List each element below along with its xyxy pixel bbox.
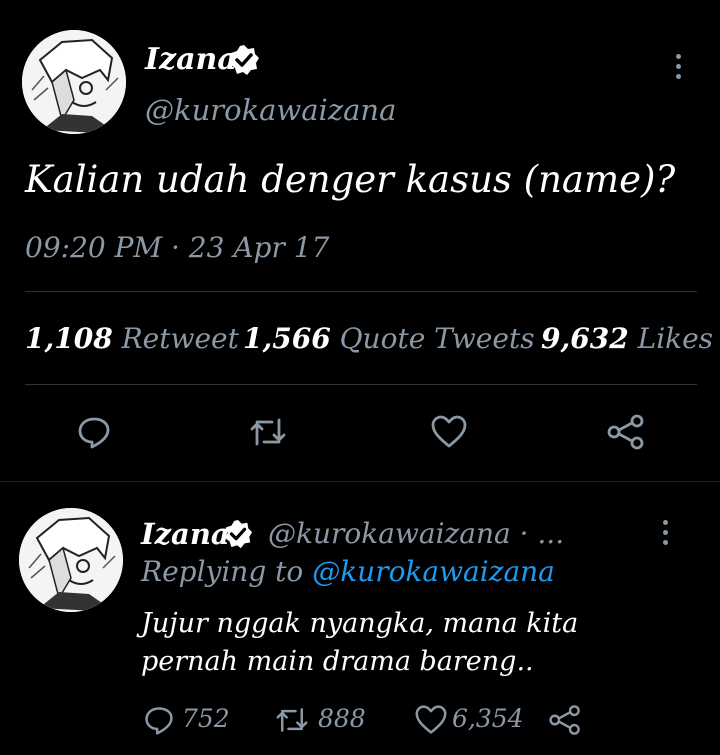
retweet-count: 888 bbox=[318, 704, 366, 733]
likes-count: 9,632 bbox=[541, 322, 629, 355]
likes-stat[interactable]: 9,632 Likes bbox=[541, 322, 713, 355]
retweet-icon[interactable] bbox=[274, 704, 310, 736]
divider-bottom bbox=[25, 384, 697, 385]
author-handle[interactable]: @kurokawaizana bbox=[145, 93, 396, 127]
verified-badge-icon bbox=[223, 519, 253, 549]
like-icon[interactable] bbox=[414, 704, 448, 736]
replying-handle-link[interactable]: @kurokawaizana bbox=[312, 555, 555, 588]
retweets-label: Retweet bbox=[121, 322, 239, 355]
retweets-stat[interactable]: 1,108 Retweet bbox=[25, 322, 239, 355]
tweet-text: Kalian udah denger kasus (name)? bbox=[25, 158, 676, 201]
share-icon[interactable] bbox=[548, 704, 582, 736]
verified-badge-icon bbox=[228, 44, 260, 76]
tweet-separator bbox=[0, 481, 720, 482]
reply-count: 752 bbox=[182, 704, 230, 733]
avatar-illustration bbox=[19, 508, 123, 612]
avatar-illustration bbox=[22, 30, 126, 134]
quotes-label: Quote Tweets bbox=[339, 322, 535, 355]
reply-author-avatar[interactable] bbox=[19, 508, 123, 612]
quotes-stat[interactable]: 1,566 Quote Tweets bbox=[243, 322, 535, 355]
share-icon[interactable] bbox=[606, 414, 646, 450]
tweet-timestamp[interactable]: 09:20 PM · 23 Apr 17 bbox=[25, 231, 329, 264]
reply-text-line: Jujur nggak nyangka, mana kita bbox=[141, 608, 579, 639]
reply-icon[interactable] bbox=[143, 704, 175, 736]
reply-author-name[interactable]: Izana bbox=[141, 517, 230, 551]
reply-text: Jujur nggak nyangka, mana kita pernah ma… bbox=[141, 605, 578, 681]
likes-label: Likes bbox=[637, 322, 714, 355]
divider-top bbox=[25, 291, 697, 292]
reply-text-line: pernah main drama bareng.. bbox=[141, 646, 534, 677]
quotes-count: 1,566 bbox=[243, 322, 331, 355]
like-icon[interactable] bbox=[430, 414, 468, 450]
like-count: 6,354 bbox=[452, 704, 524, 733]
author-avatar[interactable] bbox=[22, 30, 126, 134]
replying-prefix: Replying to bbox=[141, 555, 304, 588]
replying-to: Replying to @kurokawaizana bbox=[141, 555, 555, 588]
retweets-count: 1,108 bbox=[25, 322, 113, 355]
retweet-icon[interactable] bbox=[248, 414, 288, 450]
reply-more-options-icon[interactable] bbox=[663, 520, 671, 550]
tweet-stats: 1,108 Retweet bbox=[25, 322, 239, 355]
reply-handle-time[interactable]: @kurokawaizana · ... bbox=[268, 517, 564, 550]
author-name[interactable]: Izana bbox=[145, 42, 237, 77]
reply-icon[interactable] bbox=[76, 414, 112, 450]
more-options-icon[interactable] bbox=[676, 54, 684, 84]
